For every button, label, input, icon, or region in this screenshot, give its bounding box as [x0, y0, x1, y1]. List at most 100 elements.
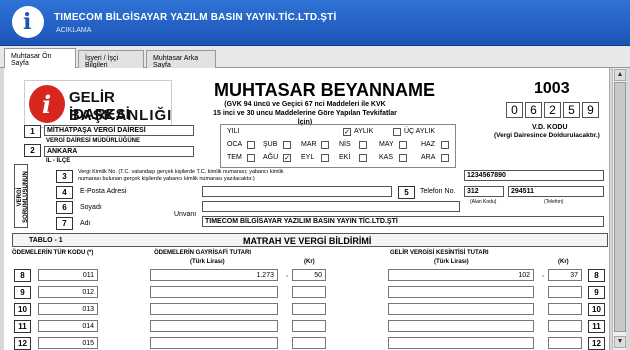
tax-office-label: VERGİ DAİRESİ MÜDÜRLÜĞÜNE [46, 138, 141, 144]
month-checkbox[interactable] [321, 154, 329, 162]
month-label: EKİ [339, 154, 351, 161]
tax-id-label-2: numarası bulunan gerçek kişilerde yabanc… [78, 176, 255, 182]
phone-number-field[interactable]: 294511 [508, 186, 604, 197]
month-label: KAS [379, 154, 394, 161]
month-checkbox[interactable] [441, 141, 449, 149]
payment-code-field[interactable]: 015 [38, 337, 98, 349]
row-number: 11 [14, 320, 31, 333]
province-field[interactable]: ANKARA [44, 146, 194, 157]
app-logo-icon: i [12, 6, 44, 38]
monthly-label: AYLIK [354, 128, 374, 135]
month-checkbox[interactable] [399, 154, 407, 162]
month-checkbox[interactable] [359, 141, 367, 149]
month-label: TEM [227, 154, 242, 161]
vd-code-note: (Vergi Dairesince Doldurulacaktır.) [494, 132, 600, 139]
decimal-separator: , [542, 271, 544, 278]
gross-kurus-field[interactable] [292, 303, 326, 315]
gross-amount-field[interactable] [150, 286, 278, 298]
scroll-up-icon[interactable]: ▲ [614, 69, 626, 81]
monthly-checkbox[interactable]: ✓ [343, 128, 351, 136]
tax-kurus-field[interactable] [548, 303, 582, 315]
payment-code-field[interactable]: 012 [38, 286, 98, 298]
gross-amount-field[interactable] [150, 337, 278, 349]
month-checkbox[interactable] [359, 154, 367, 162]
form-subtitle: (GVK 94 üncü ve Geçici 67 nci Maddeleri … [210, 100, 400, 127]
table-number: TABLO - 1 [29, 237, 63, 244]
month-checkbox[interactable] [399, 141, 407, 149]
form-title: MUHTASAR BEYANNAME [214, 80, 436, 100]
col-gross-kr-label: (Kr) [304, 259, 315, 265]
tax-kurus-field[interactable] [548, 337, 582, 349]
row-number-3: 3 [56, 170, 73, 183]
tax-kurus-field[interactable] [548, 320, 582, 332]
col-code-label: ÖDEMELERİN TÜR KODU (*) [12, 250, 94, 256]
col-gross-label: ÖDEMELERİN GAYRİSAFİ TUTARI [154, 250, 252, 256]
row-number-5: 5 [398, 186, 415, 199]
phone-label: Telefon No. [420, 188, 456, 195]
month-checkbox[interactable] [247, 141, 255, 149]
tax-id-field[interactable]: 1234567890 [464, 170, 604, 181]
month-checkbox[interactable] [283, 141, 291, 149]
col-tax-tl-label: (Türk Lirası) [434, 259, 469, 265]
gross-amount-field[interactable]: 1.273 [150, 269, 278, 281]
scroll-down-icon[interactable]: ▼ [614, 336, 626, 348]
row-number: 12 [14, 337, 31, 350]
title-field[interactable]: TIMECOM BİLGİSAYAR YAZILIM BASIN YAYIN T… [202, 216, 604, 227]
period-grid: YILI ✓ AYLIK ÜÇ AYLIK OCA ŞUB MAR NİS MA… [220, 124, 456, 168]
gross-kurus-field[interactable] [292, 337, 326, 349]
tax-amount-field[interactable] [388, 286, 534, 298]
tax-amount-field[interactable] [388, 337, 534, 349]
form-number: 1003 [534, 80, 570, 97]
vd-code-digit: 0 [506, 102, 523, 118]
col-tax-kr-label: (Kr) [558, 259, 569, 265]
row-number-right: 11 [588, 320, 605, 333]
month-label: HAZ [421, 141, 435, 148]
tab-isyeri-isci-bilgileri[interactable]: İşyeri / İşçi Bilgileri [78, 50, 144, 69]
payment-code-field[interactable]: 014 [38, 320, 98, 332]
month-checkbox[interactable] [441, 154, 449, 162]
email-field[interactable] [202, 186, 392, 197]
tax-amount-field[interactable] [388, 303, 534, 315]
vertical-scrollbar[interactable]: ▲ ▼ [612, 68, 626, 350]
col-tax-label: GELİR VERGİSİ KESİNTİSİ TUTARI [390, 250, 489, 256]
tax-office-field[interactable]: MİTHATPAŞA VERGİ DAİRESİ [44, 125, 194, 136]
tab-muhtasar-on-sayfa[interactable]: Muhtasar Ön Sayfa [4, 48, 76, 69]
payment-code-field[interactable]: 013 [38, 303, 98, 315]
year-label: YILI [227, 128, 240, 135]
row-number-right: 9 [588, 286, 605, 299]
row-number-4: 4 [56, 186, 73, 199]
tab-muhtasar-arka-sayfa[interactable]: Muhtasar Arka Sayfa [146, 50, 216, 69]
row-number-right: 8 [588, 269, 605, 282]
month-label: OCA [227, 141, 243, 148]
tax-kurus-field[interactable]: 37 [548, 269, 582, 281]
tax-amount-field[interactable]: 102 [388, 269, 534, 281]
gross-kurus-field[interactable]: 50 [292, 269, 326, 281]
gross-kurus-field[interactable] [292, 286, 326, 298]
gross-amount-field[interactable] [150, 303, 278, 315]
scroll-thumb[interactable] [614, 82, 626, 332]
row-number: 9 [14, 286, 31, 299]
tax-kurus-field[interactable] [548, 286, 582, 298]
month-checkbox[interactable] [321, 141, 329, 149]
month-label: MAY [379, 141, 394, 148]
gross-amount-field[interactable] [150, 320, 278, 332]
phone-area-field[interactable]: 312 [464, 186, 504, 197]
month-checkbox[interactable]: ✓ [283, 154, 291, 162]
month-label: NİS [339, 141, 351, 148]
quarterly-checkbox[interactable] [393, 128, 401, 136]
tax-amount-field[interactable] [388, 320, 534, 332]
table-header: TABLO - 1 MATRAH VE VERGİ BİLDİRİMİ [12, 233, 608, 247]
vd-code-digit: 6 [525, 102, 542, 118]
area-code-label: (Alan Kodu) [470, 199, 497, 205]
month-label: MAR [301, 141, 317, 148]
taxpayer-side-label: VERGİ SORUMLUSUNUN [14, 164, 29, 228]
gross-kurus-field[interactable] [292, 320, 326, 332]
name-label: Adı [80, 220, 91, 227]
row-number-right: 10 [588, 303, 605, 316]
surname-field[interactable] [202, 201, 460, 212]
row-number-right: 12 [588, 337, 605, 350]
row-number-2: 2 [24, 144, 41, 157]
payment-code-field[interactable]: 011 [38, 269, 98, 281]
surname-label: Soyadı [80, 204, 102, 211]
month-checkbox[interactable] [247, 154, 255, 162]
